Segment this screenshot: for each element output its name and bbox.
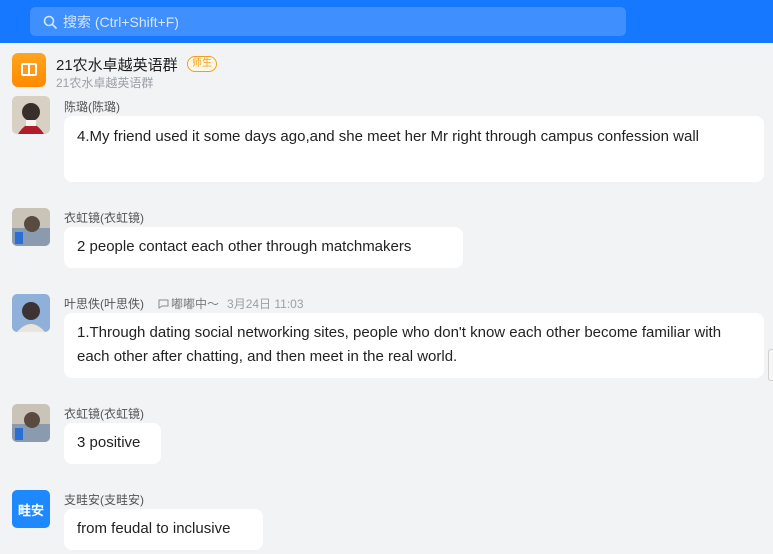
user-avatar-image: [12, 294, 50, 332]
top-bar: 搜索 (Ctrl+Shift+F): [0, 0, 773, 43]
status-text: 嘟嘟中～: [158, 297, 219, 311]
search-placeholder: 搜索 (Ctrl+Shift+F): [63, 13, 179, 30]
search-icon: [43, 15, 57, 29]
speech-bubble-icon: [158, 299, 169, 309]
message-bubble[interactable]: from feudal to inclusive: [64, 509, 263, 550]
avatar[interactable]: [12, 208, 50, 246]
search-input[interactable]: 搜索 (Ctrl+Shift+F): [30, 7, 626, 36]
avatar[interactable]: 畦安: [12, 490, 50, 528]
sender-name: 陈璐(陈璐): [64, 100, 120, 114]
message-time: 3月24日 11:03: [227, 297, 304, 311]
message-bubble[interactable]: 3 positive: [64, 423, 161, 464]
group-avatar[interactable]: [12, 53, 46, 87]
message-bubble[interactable]: 4.My friend used it some days ago,and sh…: [64, 116, 764, 182]
avatar[interactable]: [12, 294, 50, 332]
scrollbar-handle[interactable]: [768, 349, 773, 381]
avatar[interactable]: [12, 404, 50, 442]
group-subtitle: 21农水卓越英语群: [56, 76, 154, 90]
sender-line: 叶思佚(叶思佚) 嘟嘟中～ 3月24日 11:03: [64, 295, 304, 312]
sender-name: 衣虹镜(衣虹镜): [64, 407, 144, 421]
user-avatar-image: [12, 208, 50, 246]
sender-name: 叶思佚(叶思佚): [64, 297, 144, 311]
book-icon: [21, 63, 37, 76]
user-avatar-image: [12, 404, 50, 442]
message-bubble[interactable]: 1.Through dating social networking sites…: [64, 313, 764, 378]
user-avatar-image: [12, 96, 50, 134]
group-title[interactable]: 21农水卓越英语群: [56, 54, 178, 75]
message-bubble[interactable]: 2 people contact each other through matc…: [64, 227, 463, 268]
sender-name: 支畦安(支畦安): [64, 493, 144, 507]
group-badge: 师生: [187, 56, 217, 72]
avatar[interactable]: [12, 96, 50, 134]
sender-name: 衣虹镜(衣虹镜): [64, 211, 144, 225]
